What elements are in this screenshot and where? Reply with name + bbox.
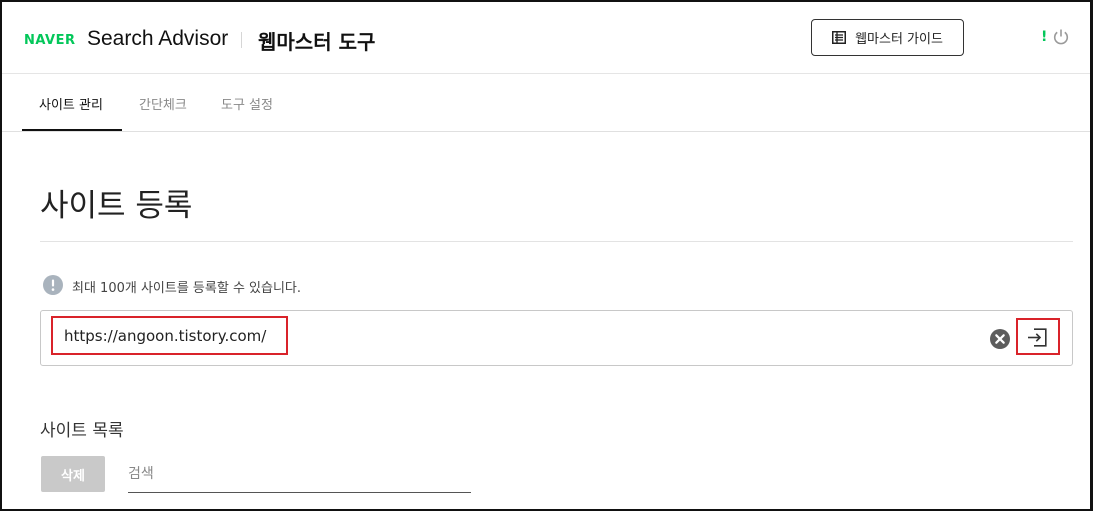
webmaster-guide-button[interactable]: 웹마스터 가이드 <box>811 19 964 56</box>
delete-button[interactable]: 삭제 <box>41 456 105 492</box>
site-search-input[interactable] <box>128 462 458 486</box>
enter-icon[interactable] <box>1027 328 1047 347</box>
site-search-field <box>128 456 471 493</box>
notice-indicator[interactable]: ! <box>1041 29 1047 45</box>
header-divider <box>241 32 242 48</box>
power-icon[interactable] <box>1052 28 1070 46</box>
site-limit-notice: 최대 100개 사이트를 등록할 수 있습니다. <box>72 281 302 296</box>
title-divider <box>40 241 1073 242</box>
page-title: 사이트 등록 <box>40 188 193 224</box>
tab-quick-check[interactable]: 간단체크 <box>139 94 187 113</box>
tab-bar: 사이트 관리 간단체크 도구 설정 <box>2 74 1090 132</box>
naver-logo[interactable]: NAVER <box>24 33 76 48</box>
product-name[interactable]: Search Advisor <box>87 27 228 51</box>
active-tab-indicator <box>22 129 122 131</box>
site-list-title: 사이트 목록 <box>40 421 124 441</box>
tab-tool-settings[interactable]: 도구 설정 <box>221 94 273 113</box>
webmaster-guide-label: 웹마스터 가이드 <box>855 32 943 47</box>
app-window: NAVER Search Advisor 웹마스터 도구 웹마스터 가이드 ! … <box>0 0 1093 511</box>
top-header: NAVER Search Advisor 웹마스터 도구 웹마스터 가이드 ! <box>2 2 1090 74</box>
site-url-input[interactable] <box>64 324 284 348</box>
info-icon <box>43 275 63 295</box>
tool-title[interactable]: 웹마스터 도구 <box>258 26 375 55</box>
book-icon <box>832 31 847 44</box>
tab-site-management[interactable]: 사이트 관리 <box>39 94 103 113</box>
clear-icon[interactable] <box>990 329 1010 349</box>
